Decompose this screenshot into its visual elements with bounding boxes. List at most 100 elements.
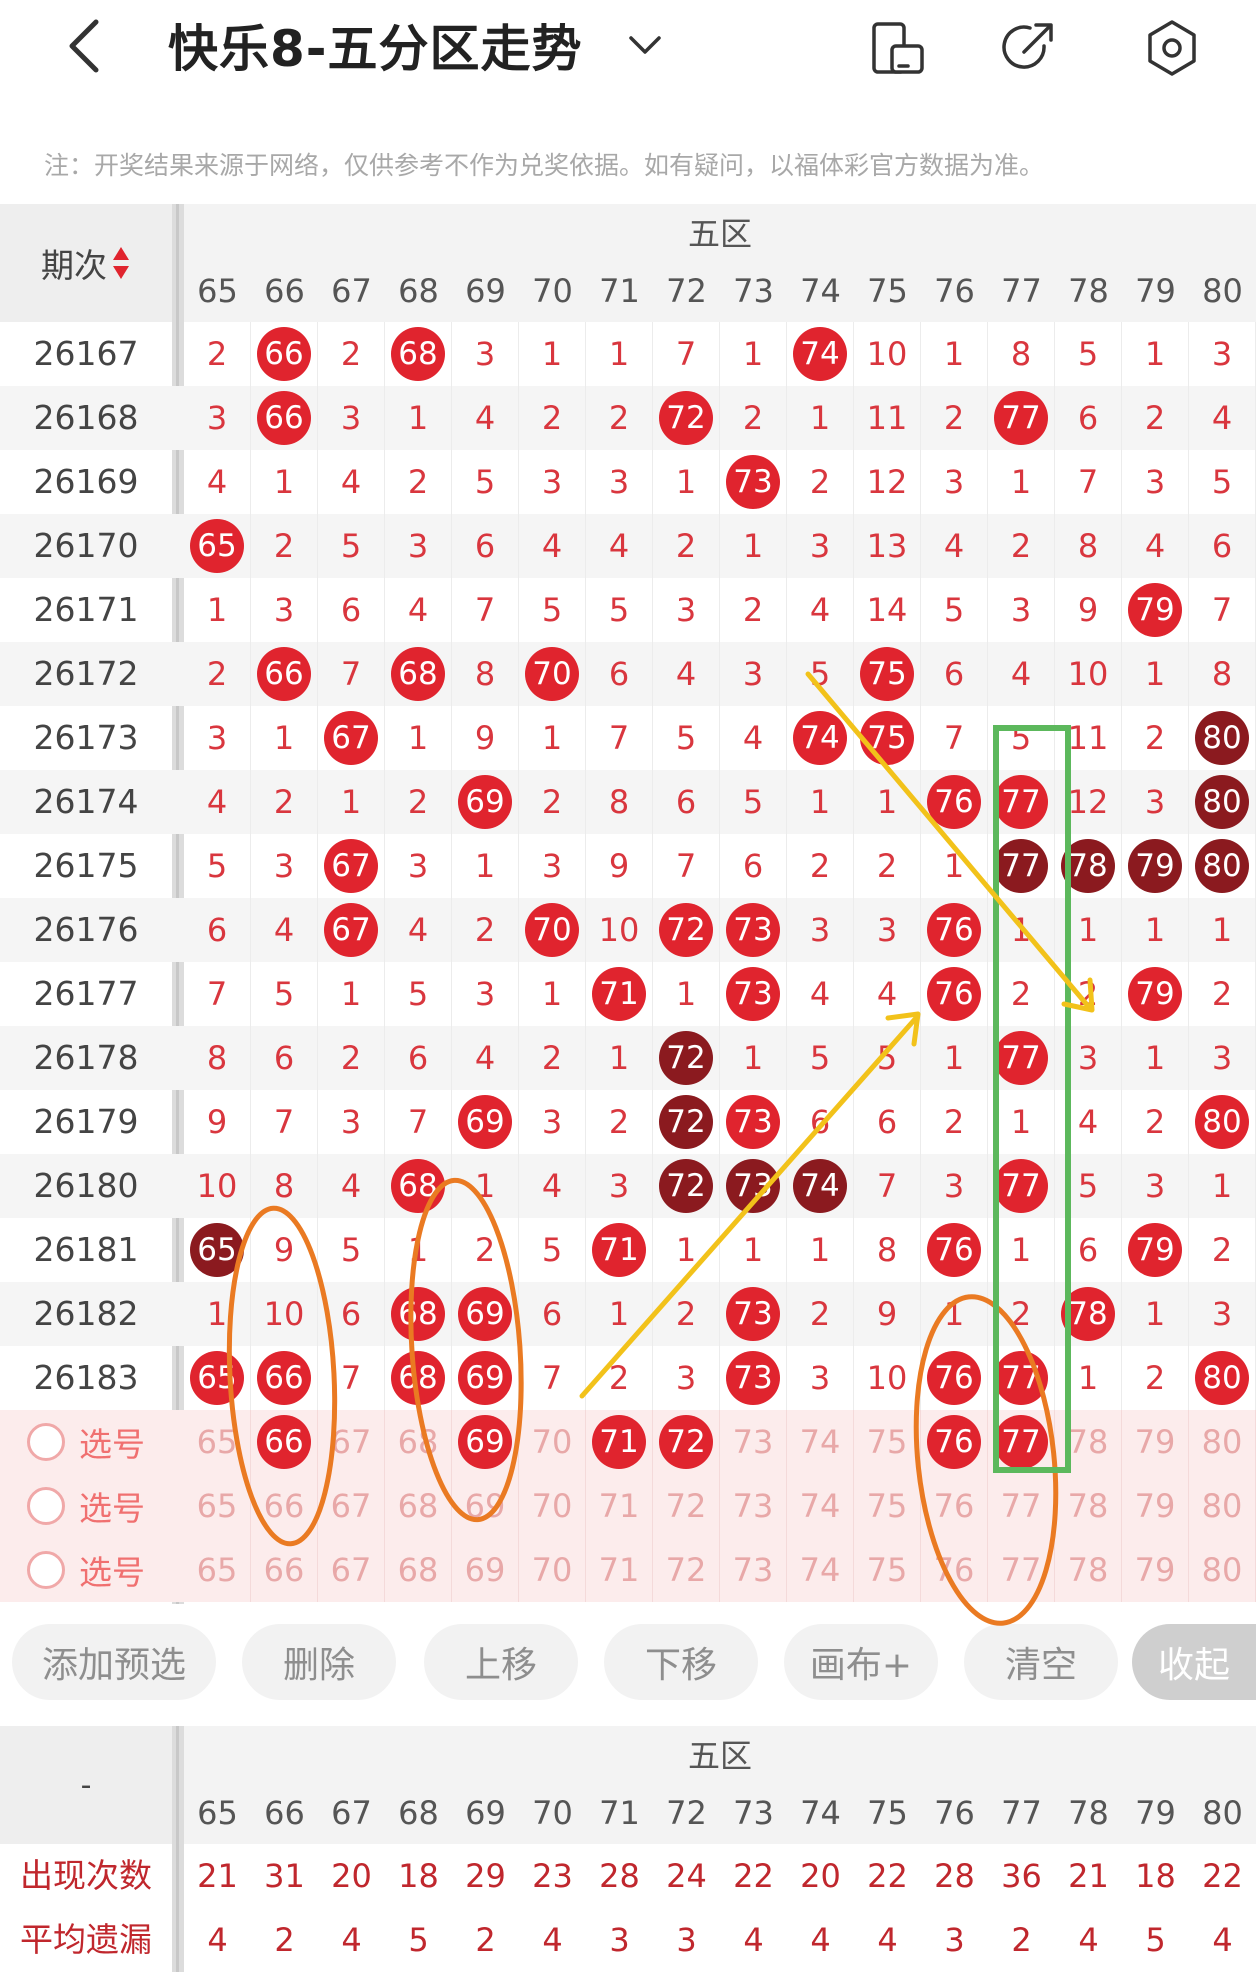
- clear-button[interactable]: 清空: [964, 1624, 1118, 1700]
- pick-row-selector[interactable]: 选号: [0, 1410, 172, 1474]
- stats-value-cell: 2: [274, 1921, 295, 1959]
- collapse-button[interactable]: 收起: [1132, 1624, 1256, 1700]
- miss-count-cell: 2: [653, 514, 720, 578]
- pick-number-cell[interactable]: 80: [1189, 1474, 1256, 1538]
- miss-count-cell: 1: [787, 770, 854, 834]
- hit-ball: 76: [927, 1351, 981, 1405]
- pick-number-cell[interactable]: 73: [720, 1410, 787, 1474]
- pick-number-cell[interactable]: 68: [385, 1474, 452, 1538]
- pick-number-cell[interactable]: 70: [519, 1474, 586, 1538]
- pick-number-cell[interactable]: 70: [519, 1538, 586, 1602]
- pick-number-cell[interactable]: 72: [653, 1538, 720, 1602]
- stats-value-cell: 28: [599, 1857, 640, 1895]
- pick-number-cell[interactable]: 80: [1189, 1410, 1256, 1474]
- pick-number-cell[interactable]: 76: [921, 1474, 988, 1538]
- miss-count-cell: 1: [385, 706, 452, 770]
- pick-number-cell[interactable]: 75: [854, 1474, 921, 1538]
- pick-number-cell[interactable]: 69: [452, 1474, 519, 1538]
- sort-icon: [113, 247, 129, 279]
- pick-number-cell[interactable]: 71: [586, 1474, 653, 1538]
- pick-number-cell[interactable]: 79: [1122, 1410, 1189, 1474]
- miss-count-cell: 6: [1055, 1218, 1122, 1282]
- pick-number-cell[interactable]: 79: [1122, 1538, 1189, 1602]
- miss-count-cell: 6: [519, 1282, 586, 1346]
- move-down-button[interactable]: 下移: [604, 1624, 758, 1700]
- rotate-screen-button[interactable]: [868, 18, 928, 78]
- pick-number-cell[interactable]: 78: [1055, 1410, 1122, 1474]
- pick-number-cell[interactable]: 77: [988, 1474, 1055, 1538]
- miss-count-cell: 1: [1122, 898, 1189, 962]
- miss-count-cell: 4: [854, 962, 921, 1026]
- miss-count-cell: 2: [1055, 962, 1122, 1026]
- pick-number-cell[interactable]: 80: [1189, 1538, 1256, 1602]
- hit-ball: 67: [324, 711, 378, 765]
- pick-number-cell[interactable]: 71: [586, 1410, 653, 1474]
- back-button[interactable]: [62, 14, 112, 78]
- miss-count-cell: 2: [318, 1026, 385, 1090]
- pick-number-cell[interactable]: 77: [988, 1538, 1055, 1602]
- pick-number-cell[interactable]: 66: [251, 1410, 318, 1474]
- pick-number-cell[interactable]: 65: [184, 1474, 251, 1538]
- pick-number-cell[interactable]: 76: [921, 1538, 988, 1602]
- consecutive-hit-ball: 77: [994, 839, 1048, 893]
- pick-number-cell[interactable]: 78: [1055, 1538, 1122, 1602]
- hit-ball: 69: [458, 1351, 512, 1405]
- pick-row-selector[interactable]: 选号: [0, 1474, 172, 1538]
- miss-count-cell: 2: [1122, 1346, 1189, 1410]
- pick-number-cell[interactable]: 75: [854, 1538, 921, 1602]
- delete-button[interactable]: 删除: [242, 1624, 396, 1700]
- move-up-button[interactable]: 上移: [424, 1624, 578, 1700]
- hit-cell: 72: [653, 1154, 720, 1218]
- pick-number-cell[interactable]: 69: [452, 1410, 519, 1474]
- pick-number-cell[interactable]: 66: [251, 1538, 318, 1602]
- pick-number-cell[interactable]: 72: [653, 1474, 720, 1538]
- pick-number-cell[interactable]: 74: [787, 1410, 854, 1474]
- stats-value-cell: 24: [666, 1857, 707, 1895]
- pick-number-cell[interactable]: 74: [787, 1538, 854, 1602]
- hit-ball: 78: [1061, 1287, 1115, 1341]
- title-selector[interactable]: 快乐8-五分区走势: [168, 10, 663, 80]
- miss-count-cell: 8: [586, 770, 653, 834]
- stats-corner: -: [0, 1726, 172, 1844]
- share-button[interactable]: [998, 18, 1058, 78]
- canvas-plus-button[interactable]: 画布+: [784, 1624, 938, 1700]
- pick-number-cell[interactable]: 65: [184, 1410, 251, 1474]
- add-preselect-button[interactable]: 添加预选: [12, 1624, 216, 1700]
- pick-number-cell[interactable]: 71: [586, 1538, 653, 1602]
- miss-count-cell: 3: [519, 834, 586, 898]
- pick-number-cell[interactable]: 66: [251, 1474, 318, 1538]
- miss-count-cell: 2: [251, 770, 318, 834]
- miss-count-cell: 7: [318, 1346, 385, 1410]
- pick-number-cell[interactable]: 67: [318, 1474, 385, 1538]
- miss-count-cell: 1: [1122, 642, 1189, 706]
- pick-number-cell[interactable]: 73: [720, 1474, 787, 1538]
- radio-circle-icon[interactable]: [27, 1551, 65, 1589]
- pick-number-cell[interactable]: 67: [318, 1410, 385, 1474]
- pick-number-cell[interactable]: 72: [653, 1410, 720, 1474]
- pick-number-cell[interactable]: 79: [1122, 1474, 1189, 1538]
- miss-count-cell: 2: [1189, 962, 1256, 1026]
- pick-number-cell[interactable]: 77: [988, 1410, 1055, 1474]
- pick-number-cell[interactable]: 75: [854, 1410, 921, 1474]
- radio-circle-icon[interactable]: [27, 1487, 65, 1525]
- pick-number-cell[interactable]: 67: [318, 1538, 385, 1602]
- miss-count-cell: 6: [452, 514, 519, 578]
- pick-number-cell[interactable]: 73: [720, 1538, 787, 1602]
- miss-count-cell: 4: [318, 450, 385, 514]
- settings-button[interactable]: [1142, 18, 1202, 78]
- pick-number-cell[interactable]: 70: [519, 1410, 586, 1474]
- miss-count-cell: 2: [988, 514, 1055, 578]
- pick-number-cell[interactable]: 65: [184, 1538, 251, 1602]
- miss-count-cell: 1: [251, 450, 318, 514]
- miss-count-cell: 2: [1122, 1090, 1189, 1154]
- pick-number-cell[interactable]: 68: [385, 1538, 452, 1602]
- pick-number-cell[interactable]: 78: [1055, 1474, 1122, 1538]
- radio-circle-icon[interactable]: [27, 1423, 65, 1461]
- pick-number-cell[interactable]: 74: [787, 1474, 854, 1538]
- pick-number-cell[interactable]: 68: [385, 1410, 452, 1474]
- issue-column-header[interactable]: 期次: [0, 204, 172, 322]
- pick-number-cell[interactable]: 69: [452, 1538, 519, 1602]
- column-header-70: 70: [532, 272, 573, 310]
- pick-row-selector[interactable]: 选号: [0, 1538, 172, 1602]
- pick-number-cell[interactable]: 76: [921, 1410, 988, 1474]
